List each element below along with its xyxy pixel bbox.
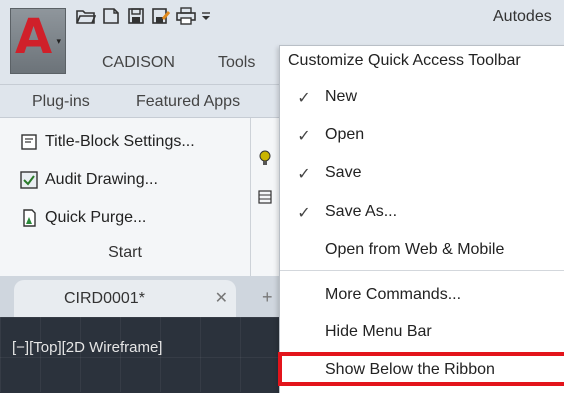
- highlight-box: [278, 352, 564, 386]
- autocad-logo-icon: A: [15, 9, 53, 65]
- quick-purge-button[interactable]: Quick Purge...: [20, 206, 146, 230]
- menu-item-label: Save As...: [325, 203, 398, 220]
- tab-cadison[interactable]: CADISON: [102, 54, 175, 72]
- audit-icon: [20, 171, 38, 189]
- menu-header: Customize Quick Access Toolbar: [288, 52, 521, 69]
- app-title: Autodes: [493, 8, 552, 25]
- audit-drawing-button[interactable]: Audit Drawing...: [20, 168, 158, 192]
- menu-item-label: Open: [325, 126, 365, 143]
- menu-item-label: Save: [325, 164, 362, 181]
- checkmark-icon: ✓: [297, 90, 311, 107]
- menu-item-save-as[interactable]: ✓ Save As...: [280, 195, 564, 231]
- new-file-icon[interactable]: [101, 6, 121, 26]
- menu-separator: [280, 270, 564, 271]
- save-icon[interactable]: [126, 6, 146, 26]
- file-tab-name: CIRD0001*: [64, 290, 145, 307]
- menu-item-open[interactable]: ✓ Open: [280, 118, 564, 154]
- grid-table-icon: [258, 190, 272, 209]
- menu-item-more-commands[interactable]: More Commands...: [280, 278, 564, 314]
- title-bar: Autodes: [0, 0, 564, 45]
- application-menu-button[interactable]: A ▾: [10, 8, 66, 74]
- customize-dropdown-icon[interactable]: [201, 6, 211, 26]
- menu-item-open-from-web[interactable]: Open from Web & Mobile: [280, 233, 564, 269]
- tab-tools[interactable]: Tools: [218, 54, 255, 72]
- menu-item-save[interactable]: ✓ Save: [280, 156, 564, 192]
- quick-access-toolbar: [76, 6, 211, 26]
- checkmark-icon: ✓: [297, 205, 311, 222]
- viewport-controls[interactable]: [−][Top][2D Wireframe]: [12, 339, 162, 356]
- start-panel: Title-Block Settings... Audit Drawing...…: [0, 118, 251, 276]
- ribbon-item-label: Quick Purge...: [45, 209, 147, 226]
- menu-item-new[interactable]: ✓ New: [280, 80, 564, 116]
- title-block-icon: [20, 133, 38, 151]
- open-folder-icon[interactable]: [76, 6, 96, 26]
- tab-plug-ins[interactable]: Plug-ins: [32, 93, 90, 111]
- menu-item-label: Open from Web & Mobile: [325, 241, 505, 258]
- chevron-down-icon: ▾: [56, 36, 61, 46]
- panel-label-start: Start: [108, 244, 142, 261]
- menu-item-label: New: [325, 88, 358, 105]
- ribbon-item-label: Title-Block Settings...: [45, 133, 195, 150]
- menu-item-label: Hide Menu Bar: [325, 323, 432, 340]
- checkmark-icon: ✓: [297, 128, 311, 145]
- close-icon[interactable]: ✕: [215, 288, 228, 308]
- checkmark-icon: ✓: [297, 166, 311, 183]
- ribbon-item-label: Audit Drawing...: [45, 171, 158, 188]
- new-tab-button[interactable]: +: [262, 287, 273, 308]
- save-as-icon[interactable]: [151, 6, 171, 26]
- tab-featured-apps[interactable]: Featured Apps: [136, 93, 240, 111]
- menu-item-label: More Commands...: [325, 286, 462, 303]
- lightbulb-icon: [258, 150, 272, 171]
- title-block-settings-button[interactable]: Title-Block Settings...: [20, 130, 195, 154]
- print-icon[interactable]: [176, 6, 196, 26]
- customize-qat-menu: Customize Quick Access Toolbar ✓ New ✓ O…: [279, 45, 564, 393]
- purge-icon: [20, 209, 38, 227]
- file-tab-cird0001[interactable]: CIRD0001* ✕: [14, 280, 236, 317]
- menu-item-hide-menu-bar[interactable]: Hide Menu Bar: [280, 315, 564, 351]
